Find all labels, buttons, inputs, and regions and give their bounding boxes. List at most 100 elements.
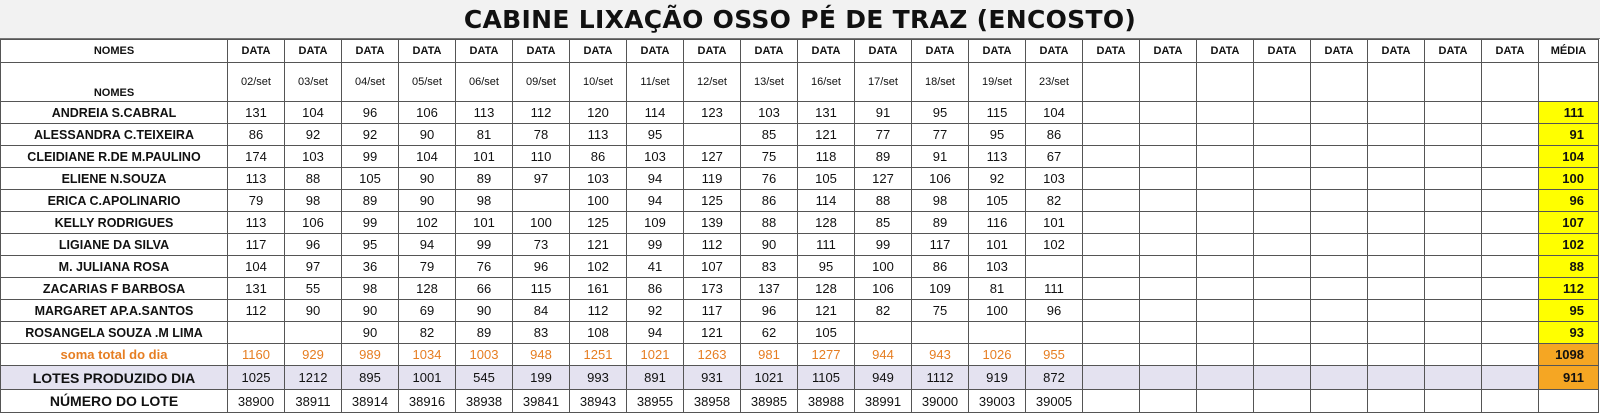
value-cell[interactable] — [1424, 255, 1482, 278]
value-cell[interactable]: 90 — [398, 189, 456, 212]
value-cell[interactable]: 105 — [341, 167, 399, 190]
soma-cell[interactable]: 1160 — [227, 343, 285, 366]
value-cell[interactable]: 137 — [740, 277, 798, 300]
value-cell[interactable]: 89 — [854, 145, 912, 168]
value-cell[interactable]: 95 — [797, 255, 855, 278]
numero-label[interactable]: NÚMERO DO LOTE — [0, 389, 228, 413]
value-cell[interactable] — [1481, 189, 1539, 212]
numero-cell[interactable]: 38955 — [626, 389, 684, 413]
value-cell[interactable] — [1367, 299, 1425, 322]
average-cell[interactable]: 107 — [1538, 211, 1599, 234]
date-cell[interactable] — [1310, 62, 1368, 102]
lotes-cell[interactable]: 1112 — [911, 365, 969, 390]
value-cell[interactable] — [1481, 101, 1539, 124]
value-cell[interactable] — [1196, 321, 1254, 344]
value-cell[interactable]: 99 — [341, 211, 399, 234]
lotes-cell[interactable] — [1367, 365, 1425, 390]
value-cell[interactable]: 115 — [968, 101, 1026, 124]
value-cell[interactable]: 89 — [455, 321, 513, 344]
lotes-cell[interactable]: 895 — [341, 365, 399, 390]
worker-name[interactable]: M. JULIANA ROSA — [0, 255, 228, 278]
value-cell[interactable] — [1082, 101, 1140, 124]
soma-cell[interactable] — [1367, 343, 1425, 366]
numero-cell[interactable]: 38911 — [284, 389, 342, 413]
value-cell[interactable] — [1367, 255, 1425, 278]
value-cell[interactable] — [284, 321, 342, 344]
value-cell[interactable]: 99 — [854, 233, 912, 256]
value-cell[interactable]: 89 — [341, 189, 399, 212]
date-cell[interactable] — [1196, 62, 1254, 102]
value-cell[interactable] — [1481, 255, 1539, 278]
soma-label[interactable]: soma total do dia — [0, 343, 228, 366]
lotes-cell[interactable] — [1139, 365, 1197, 390]
worker-name[interactable]: ANDREIA S.CABRAL — [0, 101, 228, 124]
date-cell[interactable]: 11/set — [626, 62, 684, 102]
value-cell[interactable]: 75 — [740, 145, 798, 168]
date-cell[interactable]: 02/set — [227, 62, 285, 102]
value-cell[interactable] — [911, 321, 969, 344]
value-cell[interactable]: 76 — [740, 167, 798, 190]
value-cell[interactable]: 101 — [455, 145, 513, 168]
value-cell[interactable]: 112 — [683, 233, 741, 256]
numero-cell[interactable] — [1424, 389, 1482, 413]
lotes-cell[interactable] — [1253, 365, 1311, 390]
value-cell[interactable] — [1082, 211, 1140, 234]
numero-cell[interactable]: 39000 — [911, 389, 969, 413]
value-cell[interactable]: 125 — [569, 211, 627, 234]
value-cell[interactable]: 76 — [455, 255, 513, 278]
numero-cell[interactable]: 38938 — [455, 389, 513, 413]
value-cell[interactable]: 118 — [797, 145, 855, 168]
value-cell[interactable]: 106 — [284, 211, 342, 234]
numero-cell[interactable]: 38985 — [740, 389, 798, 413]
date-cell[interactable]: 03/set — [284, 62, 342, 102]
value-cell[interactable]: 88 — [284, 167, 342, 190]
date-cell[interactable]: 05/set — [398, 62, 456, 102]
value-cell[interactable] — [1253, 255, 1311, 278]
value-cell[interactable]: 99 — [626, 233, 684, 256]
average-cell[interactable]: 95 — [1538, 299, 1599, 322]
value-cell[interactable]: 131 — [797, 101, 855, 124]
soma-cell[interactable] — [1139, 343, 1197, 366]
date-cell[interactable] — [1424, 62, 1482, 102]
soma-cell[interactable]: 1003 — [455, 343, 513, 366]
lotes-cell[interactable]: 1001 — [398, 365, 456, 390]
value-cell[interactable]: 94 — [398, 233, 456, 256]
value-cell[interactable] — [1424, 321, 1482, 344]
date-cell[interactable] — [1367, 62, 1425, 102]
date-cell[interactable] — [1082, 62, 1140, 102]
value-cell[interactable] — [1253, 145, 1311, 168]
value-cell[interactable]: 86 — [740, 189, 798, 212]
value-cell[interactable]: 105 — [797, 167, 855, 190]
value-cell[interactable] — [1481, 145, 1539, 168]
value-cell[interactable]: 131 — [227, 277, 285, 300]
value-cell[interactable]: 108 — [569, 321, 627, 344]
value-cell[interactable]: 103 — [569, 167, 627, 190]
value-cell[interactable]: 86 — [1025, 123, 1083, 146]
value-cell[interactable]: 82 — [1025, 189, 1083, 212]
worker-name[interactable]: CLEIDIANE R.DE M.PAULINO — [0, 145, 228, 168]
value-cell[interactable]: 110 — [512, 145, 570, 168]
value-cell[interactable]: 128 — [398, 277, 456, 300]
value-cell[interactable] — [512, 189, 570, 212]
value-cell[interactable] — [1424, 189, 1482, 212]
value-cell[interactable]: 73 — [512, 233, 570, 256]
value-cell[interactable]: 121 — [683, 321, 741, 344]
value-cell[interactable]: 117 — [683, 299, 741, 322]
value-cell[interactable]: 109 — [626, 211, 684, 234]
lotes-cell[interactable]: 931 — [683, 365, 741, 390]
worker-name[interactable]: ERICA C.APOLINARIO — [0, 189, 228, 212]
soma-cell[interactable]: 981 — [740, 343, 798, 366]
value-cell[interactable]: 77 — [854, 123, 912, 146]
value-cell[interactable] — [1424, 233, 1482, 256]
value-cell[interactable]: 128 — [797, 277, 855, 300]
worker-name[interactable]: ALESSANDRA C.TEIXEIRA — [0, 123, 228, 146]
value-cell[interactable] — [1310, 277, 1368, 300]
value-cell[interactable]: 105 — [968, 189, 1026, 212]
average-cell[interactable]: 111 — [1538, 101, 1599, 124]
worker-name[interactable]: KELLY RODRIGUES — [0, 211, 228, 234]
lotes-cell[interactable]: 949 — [854, 365, 912, 390]
value-cell[interactable] — [1196, 167, 1254, 190]
value-cell[interactable] — [1139, 233, 1197, 256]
numero-cell[interactable] — [1082, 389, 1140, 413]
value-cell[interactable]: 91 — [911, 145, 969, 168]
